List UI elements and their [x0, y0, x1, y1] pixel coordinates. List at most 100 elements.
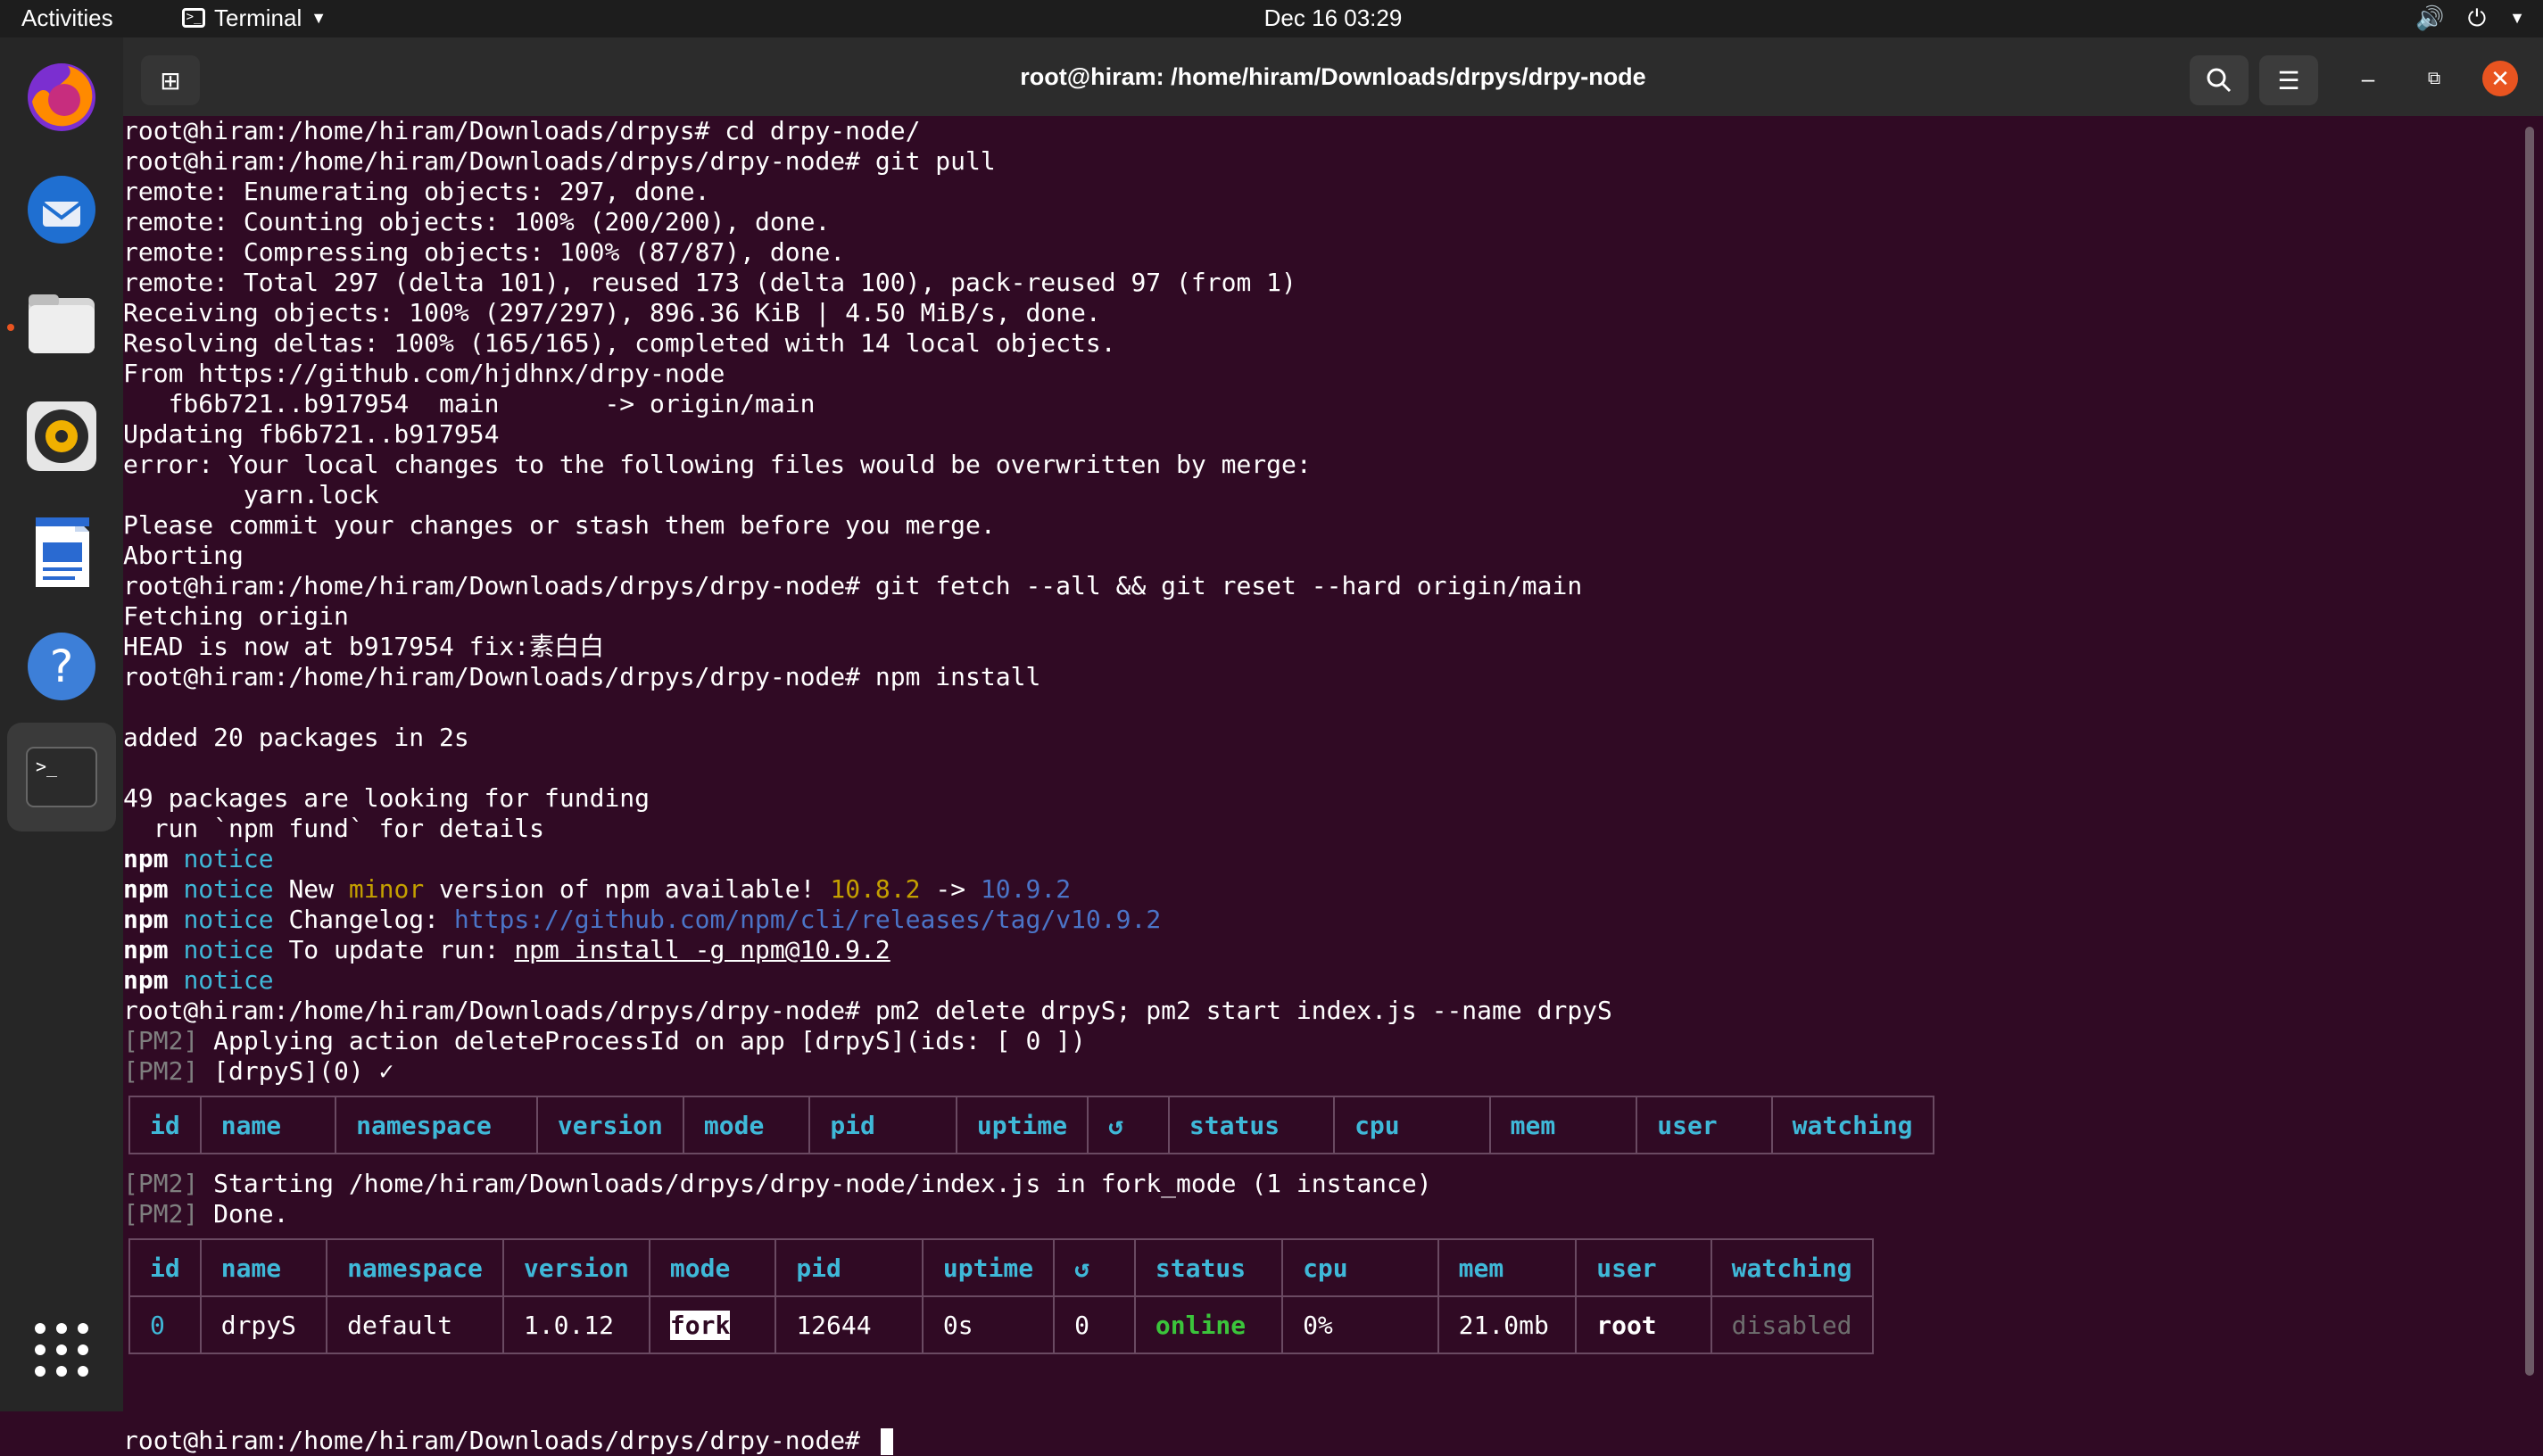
changelog-link[interactable]: https://github.com/npm/cli/releases/tag/… — [454, 905, 1161, 934]
table-header: ↺ — [1053, 1238, 1136, 1297]
table-header-row: id name namespace version mode pid uptim… — [128, 1096, 1934, 1154]
npm-notice-line: npm notice Changelog: https://github.com… — [123, 905, 1161, 935]
table-header: id — [128, 1096, 202, 1154]
pm2-line: [PM2] Applying action deleteProcessId on… — [123, 1026, 1086, 1056]
thunderbird-launcher[interactable] — [18, 166, 105, 253]
notice-label: notice — [183, 874, 274, 904]
terminal-line: root@hiram:/home/hiram/Downloads/drpys/d… — [123, 571, 1583, 600]
table-header: uptime — [955, 1096, 1089, 1154]
cell-id: 0 — [128, 1295, 202, 1354]
cell-name: drpyS — [199, 1295, 328, 1354]
show-apps-icon — [35, 1323, 88, 1377]
terminal-line: remote: Enumerating objects: 297, done. — [123, 177, 710, 206]
npm-label: npm — [123, 844, 169, 873]
files-launcher[interactable] — [18, 280, 105, 368]
writer-launcher[interactable] — [18, 509, 105, 596]
cell-pid: 12644 — [774, 1295, 924, 1354]
pm2-tag: [PM2] — [123, 1199, 199, 1228]
help-launcher[interactable]: ? — [18, 623, 105, 710]
table-header: namespace — [326, 1238, 504, 1297]
pm2-process-table-empty: id name namespace version mode pid uptim… — [128, 1096, 1934, 1154]
arrow-text: -> — [920, 874, 981, 904]
help-icon: ? — [28, 633, 95, 700]
table-header: cpu — [1333, 1096, 1491, 1154]
system-tray[interactable]: 🔊 ⏻ ▼ — [2415, 2, 2525, 34]
terminal-output[interactable]: root@hiram:/home/hiram/Downloads/drpys# … — [123, 116, 2523, 1455]
terminal-line: Fetching origin — [123, 601, 349, 631]
terminal-line: Aborting — [123, 541, 244, 570]
window-title: root@hiram: /home/hiram/Downloads/drpys/… — [1020, 63, 1646, 90]
minimize-button[interactable]: – — [2350, 61, 2386, 96]
menu-button[interactable]: ☰ — [2259, 55, 2318, 105]
table-header: mode — [648, 1238, 777, 1297]
pm2-text: Applying action deleteProcessId on app [… — [198, 1026, 1086, 1055]
terminal-line: HEAD is now at b917954 fix:素白白 — [123, 632, 605, 661]
header-bar[interactable]: ⊞ root@hiram: /home/hiram/Downloads/drpy… — [123, 37, 2543, 116]
rhythmbox-launcher[interactable] — [18, 393, 105, 480]
table-header: mode — [682, 1096, 811, 1154]
close-icon: ✕ — [2490, 64, 2510, 92]
cell-version: 1.0.12 — [501, 1295, 650, 1354]
pm2-line: [PM2] [drpyS](0) ✓ — [123, 1056, 393, 1087]
pm2-line: [PM2] Starting /home/hiram/Downloads/drp… — [123, 1169, 1432, 1199]
table-header: namespace — [335, 1096, 538, 1154]
terminal-line: 49 packages are looking for funding — [123, 783, 650, 813]
terminal-line: fb6b721..b917954 main -> origin/main — [123, 389, 816, 418]
pm2-tag: [PM2] — [123, 1026, 199, 1055]
npm-label: npm — [123, 874, 169, 904]
table-header: cpu — [1281, 1238, 1439, 1297]
terminal-line: remote: Compressing objects: 100% (87/87… — [123, 237, 846, 267]
clock[interactable]: Dec 16 03:29 — [0, 2, 2543, 34]
power-icon: ⏻ — [2467, 4, 2487, 31]
maximize-icon: ⧉ — [2427, 68, 2441, 88]
minor-label: minor — [348, 874, 425, 904]
close-button[interactable]: ✕ — [2482, 61, 2518, 96]
terminal-line: Resolving deltas: 100% (165/165), comple… — [123, 328, 1116, 358]
notice-label: notice — [183, 844, 274, 873]
pm2-text: Done. — [198, 1199, 289, 1228]
thunderbird-icon — [28, 176, 95, 244]
terminal-scrollbar[interactable] — [2525, 127, 2534, 1376]
cell-namespace: default — [326, 1295, 504, 1354]
cell-restarts: 0 — [1053, 1295, 1136, 1354]
pm2-tag: [PM2] — [123, 1169, 199, 1198]
npm-label: npm — [123, 905, 169, 934]
terminal-launcher[interactable]: >_ — [7, 723, 116, 831]
table-header: pid — [808, 1096, 957, 1154]
notice-text: version of npm available! — [424, 874, 831, 904]
svg-text:?: ? — [50, 641, 74, 692]
terminal-line: yarn.lock — [123, 480, 379, 509]
new-version: 10.9.2 — [980, 874, 1072, 904]
table-header: mem — [1488, 1096, 1638, 1154]
terminal-line: run `npm fund` for details — [123, 814, 545, 843]
npm-label: npm — [123, 935, 169, 964]
chevron-down-icon: ▼ — [2509, 9, 2525, 27]
files-icon — [29, 294, 95, 353]
terminal-line: root@hiram:/home/hiram/Downloads/drpys/d… — [123, 146, 996, 176]
notice-text: To update run: — [273, 935, 515, 964]
table-header: name — [199, 1238, 328, 1297]
search-button[interactable] — [2190, 55, 2249, 105]
table-header: ↺ — [1087, 1096, 1170, 1154]
top-bar: Activities >_ Terminal ▼ Dec 16 03:29 🔊 … — [0, 0, 2543, 37]
terminal-window: ⊞ root@hiram: /home/hiram/Downloads/drpy… — [123, 37, 2543, 1455]
volume-icon: 🔊 — [2415, 4, 2445, 31]
search-icon — [2207, 68, 2232, 93]
npm-label: npm — [123, 965, 169, 995]
firefox-launcher[interactable] — [18, 54, 105, 141]
table-header: status — [1133, 1238, 1284, 1297]
mode-badge: fork — [669, 1310, 731, 1340]
npm-notice-line: npm notice To update run: npm install -g… — [123, 935, 890, 965]
table-header: watching — [1770, 1096, 1934, 1154]
cell-watching: disabled — [1710, 1295, 1874, 1354]
maximize-button[interactable]: ⧉ — [2416, 61, 2452, 96]
table-row: 0 drpyS default 1.0.12 fork 12644 0s 0 o… — [128, 1295, 1874, 1354]
text-cursor — [880, 1428, 893, 1455]
show-apps-button[interactable] — [18, 1306, 105, 1394]
cell-mem: 21.0mb — [1437, 1295, 1578, 1354]
table-header: mem — [1437, 1238, 1578, 1297]
cell-cpu: 0% — [1281, 1295, 1439, 1354]
pm2-tag: [PM2] — [123, 1056, 199, 1086]
terminal-line: remote: Total 297 (delta 101), reused 17… — [123, 268, 1296, 297]
prompt-line[interactable]: root@hiram:/home/hiram/Downloads/drpys/d… — [123, 1426, 893, 1456]
